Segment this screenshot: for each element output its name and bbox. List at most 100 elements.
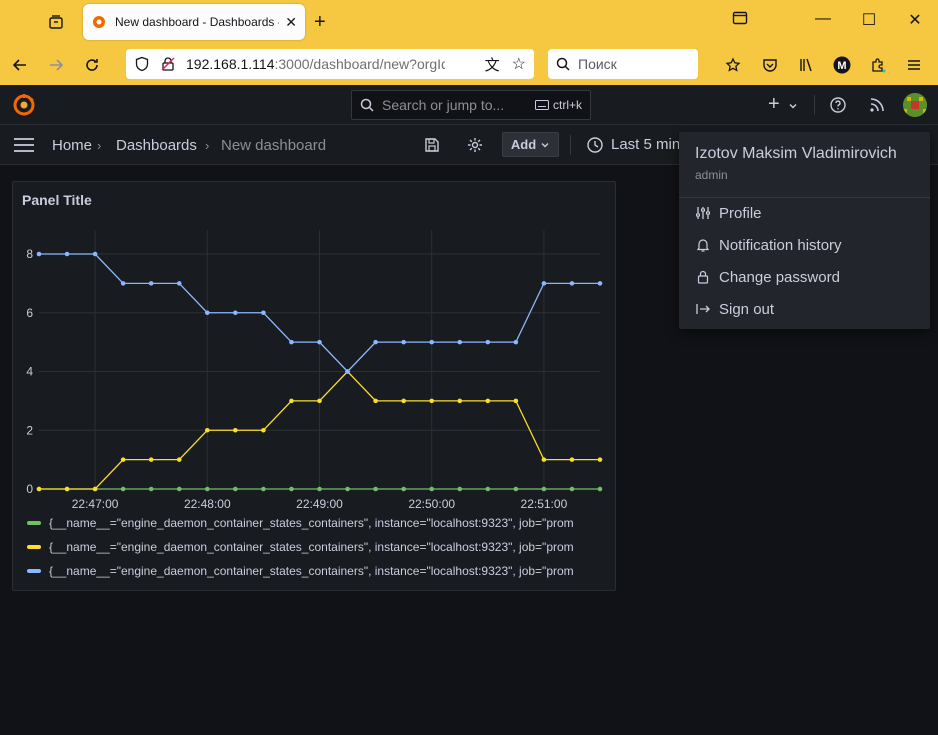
menu-item-sign-out[interactable]: Sign out [679,294,930,324]
menu-item-label: Notification history [719,236,842,254]
grafana-search-input[interactable]: Search or jump to... ctrl+k [351,90,591,120]
back-icon[interactable] [9,54,31,76]
maximize-icon[interactable]: ☐ [857,10,881,30]
user-avatar[interactable] [903,93,927,117]
browser-search-input[interactable]: Поиск [548,49,698,79]
translate-icon[interactable]: 文 [485,54,500,75]
extensions-puzzle-icon[interactable] [867,54,889,76]
series-green-point [569,486,575,492]
series-yellow-point [317,398,322,404]
tab-title: New dashboard - Dashboards - [115,15,280,29]
breadcrumb-dashboards[interactable]: Dashboards [116,137,197,154]
time-series-panel[interactable]: Panel Title 0 2 4 6 8 22:47:00 22:48:00 22:49:0… [12,181,616,591]
series-green-point [205,486,210,492]
close-window-icon[interactable]: ✕ [903,10,927,30]
series-green-point [345,486,350,492]
legend-label: {__name__="engine_daemon_container_state… [49,516,574,530]
keyboard-shortcut: ctrl+k [534,98,582,112]
insecure-connection-icon[interactable] [160,56,176,72]
clock-icon [587,136,603,153]
dashboard-settings-gear-icon[interactable] [467,137,483,158]
divider [570,135,571,155]
series-green-point [261,486,266,492]
browser-tab-active[interactable]: New dashboard - Dashboards - ✕ [83,4,305,40]
grafana-top-bar: Search or jump to... ctrl+k + [0,85,938,125]
series-blue-point [513,339,519,345]
list-all-tabs-icon[interactable] [728,10,752,31]
menu-item-change-password[interactable]: Change password [679,262,930,292]
extension-icon[interactable] [722,54,744,76]
x-tick-label: 22:50:00 [408,497,455,511]
series-blue-point [541,281,547,286]
breadcrumb-home[interactable]: Home [52,137,92,154]
series-green-point [233,486,238,492]
search-icon [360,98,374,112]
pocket-icon[interactable] [759,54,781,76]
grafana-favicon-icon [93,16,105,28]
url-bar[interactable]: 192.168.1.114:3000/dashboard/new?orgId=1… [126,49,534,79]
series-blue-point [205,310,210,316]
series-green-point [513,486,519,492]
series-yellow-point [261,427,266,433]
tracking-protection-icon[interactable] [134,56,150,72]
series-yellow-point [597,457,603,462]
bookmark-star-icon[interactable]: ☆ [512,54,526,74]
series-blue-point [429,339,435,345]
reload-icon[interactable] [81,54,103,76]
new-tab-button[interactable]: + [314,10,326,34]
series-green-point [176,486,182,492]
menu-hamburger-icon[interactable] [903,54,925,76]
mega-menu-toggle-icon[interactable] [14,137,34,158]
legend-item[interactable]: {__name__="engine_daemon_container_state… [27,564,609,578]
grafana-logo-icon[interactable] [12,93,36,122]
series-green-point [120,486,126,492]
series-green-point [541,486,547,492]
menu-item-label: Sign out [719,300,775,318]
series-blue-point [457,339,463,345]
news-rss-icon[interactable] [869,97,885,118]
y-tick-label: 8 [26,247,33,261]
series-blue-point [148,281,154,286]
series-green-point [373,486,378,492]
minimize-icon[interactable]: — [811,10,835,28]
chevron-down-icon[interactable] [788,98,798,116]
search-icon [556,57,570,71]
series-yellow-point [92,486,98,492]
menu-item-profile[interactable]: Profile [679,198,930,228]
time-picker[interactable]: Last 5 min [587,136,680,153]
account-avatar-icon[interactable]: M [831,54,853,76]
tab-bar: New dashboard - Dashboards - ✕ + — ☐ ✕ [0,0,938,44]
url-path: :3000/dashboard/new?orgId=1& [274,56,445,72]
y-tick-label: 6 [26,306,33,320]
menu-item-label: Profile [719,204,762,222]
new-plus-icon[interactable]: + [768,94,780,114]
x-tick-label: 22:49:00 [296,497,343,511]
legend-color-swatch [27,545,41,549]
series-yellow-point [36,486,42,492]
bell-icon [695,237,711,253]
series-green-point [148,486,154,492]
series-yellow-point [289,398,294,404]
series-yellow-point [457,398,463,404]
series-yellow-point [513,398,519,404]
legend-item[interactable]: {__name__="engine_daemon_container_state… [27,540,609,554]
browser-chrome: New dashboard - Dashboards - ✕ + — ☐ ✕ 1… [0,0,938,85]
series-blue-point [36,251,42,257]
breadcrumb-separator-icon: › [97,138,102,153]
series-blue-point [64,251,70,257]
forward-icon[interactable] [45,54,67,76]
add-button-label: Add [510,137,537,152]
add-button[interactable]: Add [502,132,559,157]
lock-icon [695,269,711,285]
library-icon[interactable] [795,54,817,76]
x-tick-label: 22:47:00 [72,497,119,511]
help-icon[interactable] [830,97,846,118]
tab-close-icon[interactable]: ✕ [285,14,297,31]
series-blue-point [373,339,378,345]
legend-item[interactable]: {__name__="engine_daemon_container_state… [27,516,609,530]
series-blue-point [597,281,603,286]
save-dashboard-icon[interactable] [424,137,440,158]
menu-item-notification-history[interactable]: Notification history [679,230,930,260]
chevron-down-icon [541,142,549,147]
tab-overview-icon[interactable] [44,10,68,34]
